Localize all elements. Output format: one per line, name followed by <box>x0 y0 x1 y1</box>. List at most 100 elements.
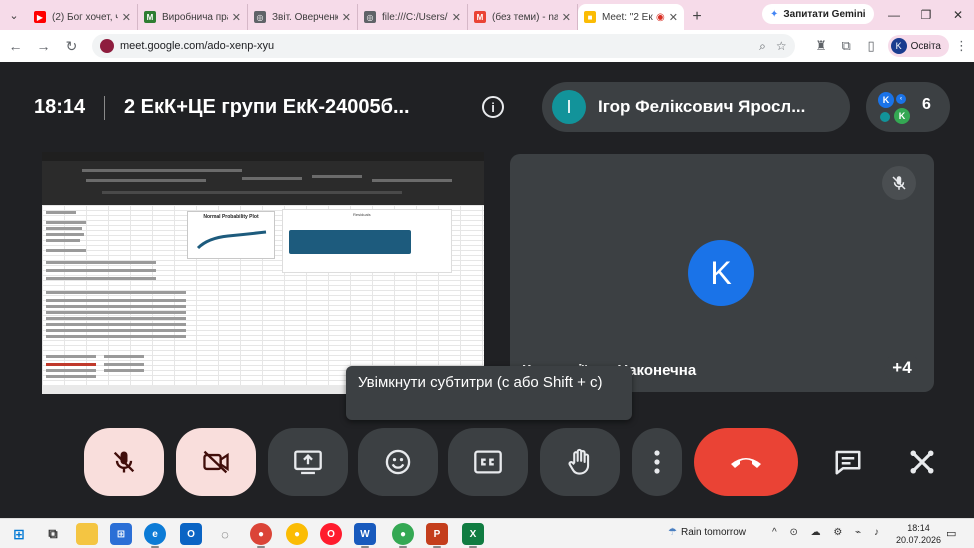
excel-ribbon <box>42 161 484 205</box>
shared-screen[interactable]: Normal Probability Plot Residuals <box>42 152 484 394</box>
windows-taskbar: ⊞ ⧉ ⊞ e O ◌ ● ● O W ● P X ☂ Rain tomorro… <box>0 518 974 548</box>
meeting-info-icon[interactable]: i <box>482 96 504 118</box>
hang-up-icon <box>731 458 761 468</box>
bookmark-star-icon[interactable]: ☆ <box>776 39 787 53</box>
chat-button[interactable] <box>824 438 872 486</box>
task-view-icon[interactable]: ⧉ <box>42 523 64 545</box>
participant-avatar: K <box>688 240 754 306</box>
close-tab-icon[interactable]: ✕ <box>562 11 571 24</box>
presenter-name: Ігор Феліксович Яросл... <box>598 97 806 116</box>
taskbar-clock[interactable]: 18:14 20.07.2026 <box>896 522 941 546</box>
chrome-active-icon[interactable]: ● <box>392 523 414 548</box>
camera-button[interactable] <box>176 428 256 496</box>
tab-title: Звіт. Оверченк <box>272 11 338 23</box>
profile-label: Освіта <box>910 40 941 52</box>
meeting-title: 2 ЕкК+ЦЕ групи ЕкК-24005б... <box>124 96 410 118</box>
word-icon[interactable]: W <box>354 523 376 548</box>
chat-icon <box>835 450 861 475</box>
normal-plot-curve <box>196 230 267 250</box>
file-explorer-icon[interactable] <box>76 523 98 545</box>
tab-title: Виробнича пра <box>162 11 228 23</box>
weather-widget[interactable]: ☂ Rain tomorrow <box>668 527 746 538</box>
url-text: meet.google.com/ado-xenp-xyu <box>120 40 275 52</box>
address-bar[interactable]: meet.google.com/ado-xenp-xyu ⌕ ☆ <box>92 34 795 58</box>
browser-tab-0[interactable]: ▶ (2) Бог хочет, чт ✕ <box>28 4 138 30</box>
leave-call-button[interactable] <box>694 428 798 496</box>
mic-off-icon <box>113 451 135 473</box>
activities-icon <box>910 450 934 474</box>
minimize-icon[interactable]: — <box>878 0 910 30</box>
close-tab-icon[interactable]: ✕ <box>122 11 131 24</box>
participant-mini-avatar: K <box>878 92 894 108</box>
tile-mic-off-icon <box>882 166 916 200</box>
browser-tab-1[interactable]: M Виробнича пра ✕ <box>138 4 248 30</box>
browser-tab-2[interactable]: ◎ Звіт. Оверченк ✕ <box>248 4 358 30</box>
extensions-puzzle-icon[interactable]: ⧉ <box>834 33 859 59</box>
new-tab-button[interactable]: + <box>684 4 710 30</box>
normal-probability-plot: Normal Probability Plot <box>187 211 275 259</box>
microphone-button[interactable] <box>84 428 164 496</box>
zoom-icon[interactable]: ⌕ <box>759 39 766 54</box>
reload-icon[interactable]: ↻ <box>59 33 84 59</box>
close-tab-icon[interactable]: ✕ <box>669 11 678 24</box>
browser-tab-4[interactable]: M (без теми) - nai ✕ <box>468 4 578 30</box>
profile-avatar: K <box>890 38 907 54</box>
profile-button[interactable]: K Освіта <box>887 35 949 57</box>
recording-icon: ◉ <box>656 11 665 23</box>
more-options-button[interactable] <box>632 428 682 496</box>
more-participants-badge[interactable]: +4 <box>884 354 920 382</box>
edge-icon[interactable]: e <box>144 523 166 548</box>
captions-button[interactable] <box>448 428 528 496</box>
emoji-icon <box>385 449 411 475</box>
close-tab-icon[interactable]: ✕ <box>452 11 461 24</box>
opera-icon[interactable]: O <box>320 523 342 545</box>
gmail-icon: M <box>474 11 486 23</box>
close-tab-icon[interactable]: ✕ <box>232 11 241 24</box>
weather-text: Rain tomorrow <box>680 527 746 538</box>
presenter-chip[interactable]: І Ігор Феліксович Яросл... <box>542 82 850 132</box>
residuals-title: Residuals <box>353 212 371 217</box>
raise-hand-button[interactable] <box>540 428 620 496</box>
outlook-icon[interactable]: O <box>180 523 202 545</box>
windows-start-icon[interactable]: ⊞ <box>8 523 30 545</box>
present-screen-button[interactable] <box>268 428 348 496</box>
chrome-alt-icon[interactable]: ● <box>286 523 308 545</box>
browser-tab-3[interactable]: ◎ file:///C:/Users/ ✕ <box>358 4 468 30</box>
globe-icon: ◎ <box>254 11 266 23</box>
globe-icon: ◎ <box>364 11 376 23</box>
people-status-dot: ‹ <box>896 94 906 104</box>
header-divider <box>104 96 105 120</box>
browser-tab-5[interactable]: ■ Meet: "2 Ек ◉ ✕ <box>578 4 684 30</box>
powerpoint-icon[interactable]: P <box>426 523 448 548</box>
forward-icon[interactable]: → <box>31 33 56 59</box>
tab-search-icon[interactable]: ⌄ <box>0 0 28 30</box>
excel-titlebar <box>42 152 484 161</box>
excel-icon[interactable]: X <box>462 523 484 548</box>
residual-scatter <box>289 230 411 254</box>
chrome-menu-icon[interactable]: ⋮ <box>949 33 974 59</box>
notification-icon[interactable]: ▭ <box>946 527 956 540</box>
activities-button[interactable] <box>898 438 946 486</box>
restore-icon[interactable]: ❐ <box>910 0 942 30</box>
gemini-sparkle-icon: ✦ <box>770 8 779 20</box>
ask-gemini-button[interactable]: ✦ Запитати Gemini <box>762 4 874 24</box>
close-window-icon[interactable]: ✕ <box>942 0 974 30</box>
rain-icon: ☂ <box>668 527 677 538</box>
closed-captions-icon <box>474 450 502 474</box>
store-icon[interactable]: ⊞ <box>110 523 132 545</box>
tab-title: file:///C:/Users/ <box>382 11 448 23</box>
copilot-icon[interactable]: ◌ <box>214 523 236 545</box>
participant-tile[interactable]: K К... ...аліївна Наконечна +4 <box>510 154 934 392</box>
extension-icon[interactable]: ♜ <box>809 33 834 59</box>
taskbar-date: 20.07.2026 <box>896 535 942 545</box>
side-panel-icon[interactable]: ▯ <box>859 33 884 59</box>
reactions-button[interactable] <box>358 428 438 496</box>
site-info-icon[interactable] <box>100 39 114 53</box>
chrome-icon[interactable]: ● <box>250 523 272 548</box>
people-button[interactable]: K ‹ K 6 <box>866 82 950 132</box>
system-tray[interactable]: ^ ⊙ ☁ ⚙ ⌁ ♪ <box>772 527 884 538</box>
youtube-icon: ▶ <box>34 11 46 23</box>
more-vert-icon <box>654 450 660 474</box>
close-tab-icon[interactable]: ✕ <box>342 11 351 24</box>
back-icon[interactable]: ← <box>3 33 28 59</box>
